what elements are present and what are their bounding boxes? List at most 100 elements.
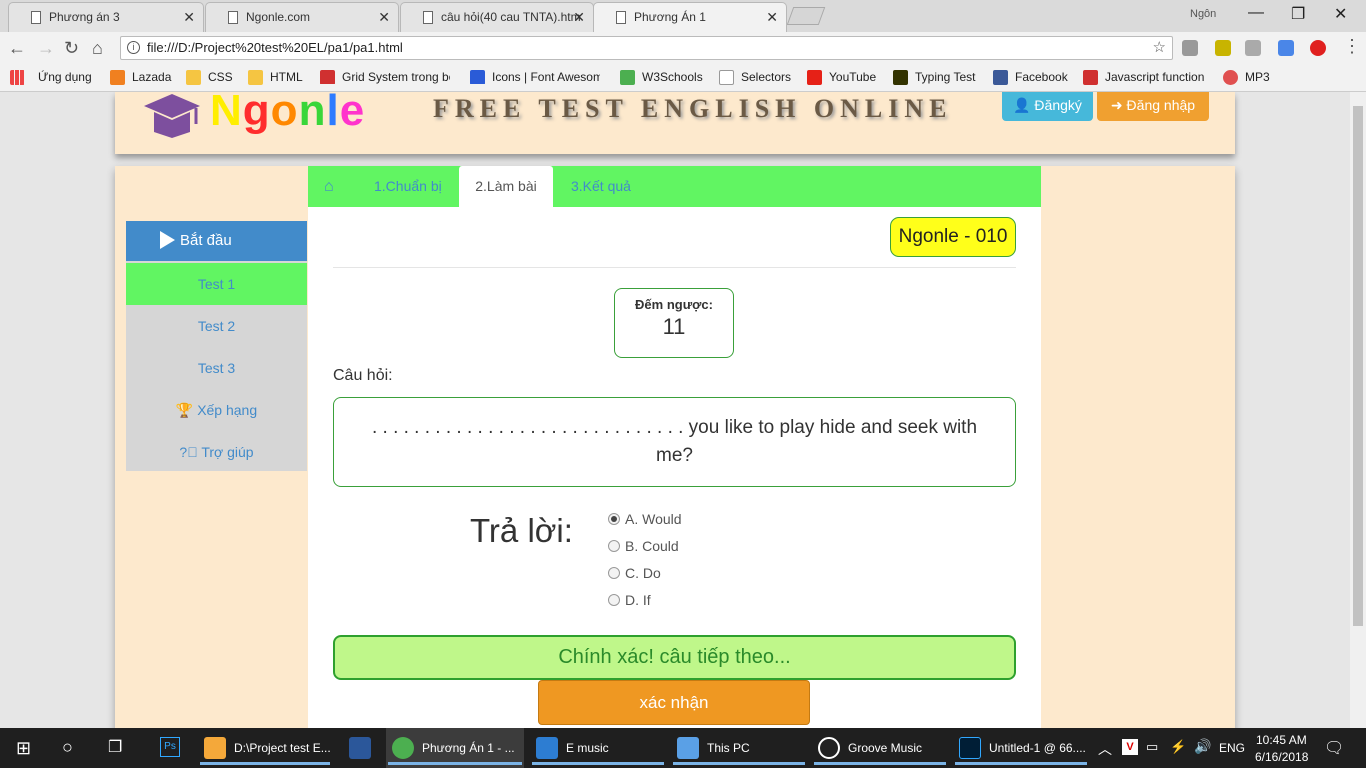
reload-icon[interactable]: ↻ [64,38,79,59]
site-logo[interactable]: Ngonle [210,92,365,136]
login-button[interactable]: ➜ Đăng nhập [1097,92,1209,121]
browser-tab[interactable]: câu hỏi(40 cau TNTA).htm ✕ [400,2,594,32]
extension-icon[interactable] [1245,40,1261,56]
language-indicator[interactable]: ENG [1219,741,1245,755]
option-b[interactable]: B. Could [608,537,679,555]
forward-arrow-icon[interactable]: → [37,38,55,59]
notification-icon[interactable]: 🗨 [1324,738,1344,758]
sidebar-item-label: Test 1 [197,276,236,292]
countdown-value: 11 [662,314,686,339]
close-icon[interactable]: ✕ [766,3,778,31]
answer-label: Trả lời: [470,512,573,549]
info-icon[interactable]: i [127,41,140,54]
option-d[interactable]: D. If [608,591,651,609]
bookmark-label: W3Schools [642,70,703,84]
clock-time[interactable]: 10:45 AM [1256,733,1307,747]
star-icon[interactable]: ☆ [1153,37,1166,59]
option-c[interactable]: C. Do [608,564,661,582]
bookmark-item[interactable]: W3Schools [620,70,703,85]
browser-tab[interactable]: Ngonle.com ✕ [205,2,399,32]
close-icon[interactable]: ✕ [378,3,390,31]
browser-user-name[interactable]: Ngôn [1190,8,1216,20]
maximize-icon[interactable]: ❐ [1291,4,1305,24]
bookmark-item[interactable]: YouTube [807,70,876,85]
bookmark-item[interactable]: Javascript function [1083,70,1204,85]
back-arrow-icon[interactable]: ← [8,38,26,59]
logo-letter: n [298,92,327,135]
radio-button[interactable] [608,594,620,606]
bookmark-item[interactable]: Lazada [110,70,171,85]
antivirus-icon[interactable]: V [1122,739,1138,755]
bookmark-item[interactable]: Icons | Font Awesom [470,70,600,84]
site-title: FREE TEST ENGLISH ONLINE [433,94,953,123]
menu-icon[interactable]: ⋮ [1343,36,1361,57]
step-tabs: ⌂ 1.Chuẩn bị 2.Làm bài 3.Kết quả [308,166,1041,207]
bookmark-item[interactable]: Grid System trong bo [320,70,450,84]
eyedropper-icon[interactable] [1215,40,1231,56]
tab-prepare[interactable]: 1.Chuẩn bị [374,166,442,207]
option-a[interactable]: A. Would [608,510,682,528]
network-icon[interactable]: ⚡ [1170,739,1186,755]
radio-button[interactable] [608,567,620,579]
logo-letter: N [210,92,243,135]
clock-date[interactable]: 6/16/2018 [1255,750,1308,764]
tab-home[interactable]: ⌂ [324,166,354,207]
sublime-icon [204,737,226,759]
minimize-icon[interactable]: — [1248,4,1264,22]
battery-icon[interactable]: ▭ [1146,739,1158,755]
confirm-button[interactable]: xác nhận [538,680,810,725]
task-view-icon[interactable]: ❐ [108,737,122,757]
scrollbar-thumb[interactable] [1353,106,1363,626]
bookmark-item[interactable]: Selectors [719,70,791,85]
bookmark-item[interactable]: CSS [186,70,233,85]
taskbar-label: E music [566,741,609,755]
start-button[interactable]: Bắt đầu [126,221,307,261]
browser-tab[interactable]: Phương án 3 ✕ [8,2,204,32]
opera-icon[interactable] [1310,40,1326,56]
home-icon[interactable]: ⌂ [92,38,103,59]
volume-icon[interactable]: 🔊 [1194,738,1211,755]
bookmark-item[interactable]: HTML [248,70,303,85]
sidebar-item-ranking[interactable]: 🏆 Xếp hạng [126,389,307,431]
bookmark-label: Facebook [1015,70,1068,84]
browser-tab-title: Ngonle.com [246,10,311,24]
chevron-up-icon[interactable]: ︿ [1098,739,1112,759]
search-icon[interactable]: ○ [62,737,73,758]
url-bar[interactable]: i file:///D:/Project%20test%20EL/pa1/pa1… [120,36,1173,60]
tab-label: 3.Kết quả [571,178,631,194]
radio-button[interactable] [608,513,620,525]
taskbar-label: Phương Án 1 - ... [422,741,515,755]
windows-start-icon[interactable]: ⊞ [16,738,31,759]
sidebar-item-test-3[interactable]: Test 3 [126,347,307,389]
tab-result[interactable]: 3.Kết quả [571,166,631,207]
new-tab-button[interactable] [786,7,826,25]
user-icon: 👤 [1013,97,1031,113]
close-icon[interactable]: ✕ [573,3,585,31]
tab-do-test[interactable]: 2.Làm bài [459,166,553,207]
register-label: Đăngký [1034,97,1082,113]
photoshop-icon[interactable]: Ps [160,737,180,757]
extension-icon[interactable] [1182,40,1198,56]
bookmark-item[interactable]: Typing Test [893,70,975,85]
register-button[interactable]: 👤 Đăngký [1002,92,1093,121]
page-scrollbar[interactable] [1350,92,1366,728]
sidebar-item-help[interactable]: ?⃝ Trợ giúp [126,431,307,473]
bookmark-item[interactable]: Facebook [993,70,1068,85]
bookmark-item[interactable]: MP3 [1223,70,1270,85]
radio-button[interactable] [608,540,620,552]
bookmarks-bar: Ứng dụng Lazada CSS HTML Grid System tro… [0,64,1366,92]
close-icon[interactable]: ✕ [183,3,195,31]
taskbar-item-word[interactable] [340,728,380,768]
sidebar-item-test-2[interactable]: Test 2 [126,305,307,347]
browser-tab-active[interactable]: Phương Án 1 ✕ [593,2,787,32]
sidebar-item-test-1[interactable]: Test 1 [126,263,307,305]
close-window-icon[interactable]: ✕ [1334,4,1347,24]
translate-icon[interactable] [1278,40,1294,56]
countdown-label: Đếm ngược: [635,297,713,312]
option-label: A. Would [625,511,682,527]
option-label: C. Do [625,565,661,581]
question-label: Câu hỏi: [333,367,393,384]
bookmark-apps[interactable]: Ứng dụng [10,70,92,85]
page-icon [423,11,433,24]
windows-taskbar: ⊞ ○ ❐ Ps D:\Project test E... Phương Án … [0,728,1366,768]
